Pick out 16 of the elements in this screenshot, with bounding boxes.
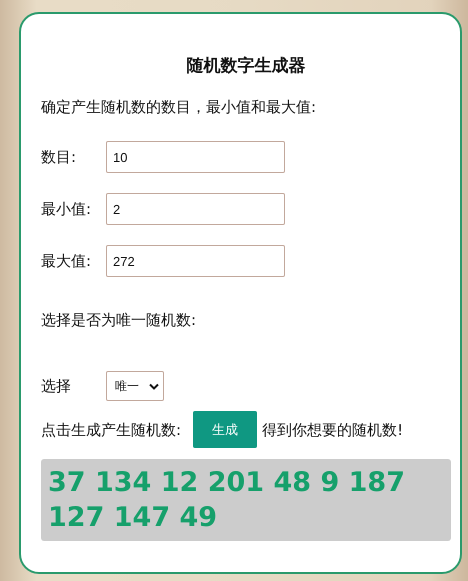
generate-button[interactable]: 生成	[193, 411, 258, 448]
field-label: 最大值:	[41, 251, 92, 272]
result-output: 37 134 12 201 48 9 187 127 147 49	[41, 459, 451, 541]
instruction-text: 得到你想要的随机数!	[262, 420, 404, 440]
page-title: 随机数字生成器	[186, 55, 306, 78]
input-field[interactable]: 272	[106, 245, 285, 277]
instruction-text: 点击生成产生随机数:	[41, 420, 182, 440]
caret-icon	[149, 382, 159, 390]
field-label: 选择	[41, 376, 72, 397]
input-field[interactable]: 2	[106, 193, 285, 225]
instruction-text: 确定产生随机数的数目，最小值和最大值:	[41, 97, 318, 118]
field-label: 数目:	[41, 147, 78, 168]
field-label: 最小值:	[41, 199, 92, 220]
instruction-text: 选择是否为唯一随机数:	[41, 310, 198, 331]
input-field[interactable]: 10	[106, 141, 285, 173]
dropdown[interactable]: 唯一	[106, 371, 164, 401]
